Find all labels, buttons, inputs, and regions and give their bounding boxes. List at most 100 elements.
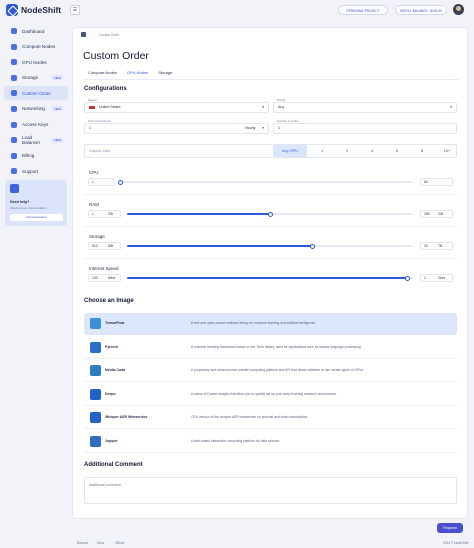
sidebar-item-gpu-nodes[interactable]: GPU Nodes [4, 55, 68, 69]
storage-slider-handle[interactable] [310, 243, 316, 249]
speed-max-unit[interactable]: Gb/s [438, 275, 445, 281]
storage-max-unit[interactable]: TB [438, 243, 442, 249]
ram-max-input[interactable]: 256 GB [420, 210, 453, 218]
comment-textarea[interactable] [84, 477, 457, 504]
ram-slider[interactable] [127, 211, 413, 217]
sidebar-item-label: GPU Nodes [22, 59, 47, 65]
priority-select[interactable]: Any ▾ [273, 102, 457, 113]
chevron-right-icon: › [92, 32, 94, 37]
request-button[interactable]: Request [437, 523, 463, 533]
sidebar-item-storage[interactable]: Storage NEW [4, 71, 68, 85]
sidebar-item-label: Access Keys [22, 122, 49, 128]
ram-max-unit[interactable]: GB [438, 211, 443, 217]
commitment-value: 1 [89, 126, 91, 130]
commitment-input[interactable]: 1 Hourly ▾ [84, 123, 269, 134]
support-icon [11, 168, 17, 175]
gpu-option[interactable]: 6 [386, 145, 408, 157]
help-icon [10, 184, 19, 193]
sidebar-item-load-balancer[interactable]: Load Balancer NEW [4, 133, 68, 147]
speed-slider-handle[interactable] [404, 275, 410, 281]
gpu-option[interactable]: 2 [336, 145, 358, 157]
gpu-option[interactable]: 10+ [436, 145, 458, 157]
tensorflow-icon [90, 318, 101, 329]
storage-max-input[interactable]: 20 TB [420, 242, 453, 250]
gpu-placeholder[interactable]: Graphic Card [89, 145, 110, 157]
nodes-input[interactable]: 1 [273, 123, 457, 134]
image-option-deepo[interactable]: Deepo A series of Docker images that allo… [84, 384, 457, 406]
image-name: Whisper ASR Webservice [105, 415, 148, 419]
storage-slider-fill [127, 245, 313, 247]
sidebar-item-support[interactable]: Support [4, 164, 68, 178]
storage-max-value: 20 [424, 244, 428, 248]
project-selector[interactable]: PERSONAL PROJECT [338, 5, 388, 15]
sidebar-item-compute-nodes[interactable]: Compute Nodes [4, 40, 68, 54]
storage-icon [11, 74, 17, 81]
cpu-max-value: 60 [424, 180, 428, 184]
logo-icon [6, 4, 18, 16]
logo[interactable]: NodeShift [6, 4, 61, 16]
image-option-pytorch[interactable]: Pytorch A machine learning framework base… [84, 337, 457, 359]
resource-divider [84, 226, 457, 227]
storage-min-unit[interactable]: MB [108, 243, 113, 249]
speed-max-input[interactable]: 1 Gb/s [420, 274, 453, 282]
storage-slider[interactable] [127, 243, 413, 249]
documentation-button[interactable]: Documentation [10, 214, 63, 221]
sidebar-item-custom-order[interactable]: Custom Order [4, 86, 68, 101]
configurations-heading: Configurations [84, 86, 127, 92]
image-option-jupyter[interactable]: Jupyter A web-based interactive computing… [84, 431, 457, 453]
region-select[interactable]: United States ▾ [84, 102, 269, 113]
ram-min-input[interactable]: 1 GB [88, 210, 121, 218]
help-subtitle: Check out our documentation [10, 206, 47, 210]
copyright: 2024 © NodeShift [443, 541, 469, 545]
sidebar-item-label: Compute Nodes [22, 44, 56, 50]
speed-min-input[interactable]: 100 Mb/s [88, 274, 121, 282]
cpu-max-input[interactable]: 60 [420, 178, 453, 186]
ram-slider-handle[interactable] [267, 211, 273, 217]
help-title: Need help? [10, 200, 30, 204]
cpu-slider-handle[interactable] [117, 179, 123, 185]
server-icon [11, 43, 17, 50]
sidebar-item-label: Billing [22, 153, 35, 159]
image-option-tensorflow[interactable]: TensorFlow A free and open-source softwar… [84, 313, 457, 335]
chevron-down-icon: ▾ [262, 126, 264, 130]
cpu-label: CPU [89, 170, 99, 175]
sidebar-item-billing[interactable]: Billing [4, 149, 68, 163]
tab-divider [83, 79, 459, 80]
menu-toggle-button[interactable]: ☰ [70, 5, 80, 15]
home-icon[interactable] [81, 32, 86, 37]
new-badge: NEW [52, 137, 63, 143]
image-description: A machine learning framework based on th… [191, 344, 362, 349]
sidebar-item-access-keys[interactable]: Access Keys [4, 118, 68, 132]
sidebar-item-networking[interactable]: Networking NEW [4, 102, 68, 116]
storage-min-input[interactable]: 512 MB [88, 242, 121, 250]
footer-link-github[interactable]: Github [115, 541, 124, 545]
image-name: TensorFlow [105, 321, 125, 325]
image-option-nvidia-cuda[interactable]: Nvidia Cuda A proprietary and closed sour… [84, 360, 457, 382]
jupyter-icon [90, 435, 101, 447]
speed-slider[interactable] [127, 275, 413, 281]
speed-min-unit[interactable]: Mb/s [108, 275, 115, 281]
gpu-option[interactable]: Any GPU [273, 145, 307, 157]
image-option-whisper-asr-webservice[interactable]: Whisper ASR Webservice GPU version of the… [84, 407, 457, 429]
speed-slider-fill [127, 277, 408, 279]
footer-link-docs[interactable]: Docs [97, 541, 104, 545]
gpu-option[interactable]: 4 [361, 145, 383, 157]
ram-min-unit[interactable]: GB [108, 211, 113, 217]
commitment-unit[interactable]: Hourly [245, 124, 255, 133]
ram-max-value: 256 [424, 212, 430, 216]
cpu-min-input[interactable]: 1 [88, 178, 114, 186]
sidebar-item-dashboard[interactable]: Dashboard [4, 24, 68, 38]
cpu-slider[interactable] [117, 179, 413, 185]
gpu-option[interactable]: 8 [411, 145, 433, 157]
avatar[interactable] [453, 4, 464, 15]
balance-button[interactable]: INSTILL BALANCE : $100.00 [395, 5, 447, 15]
ram-min-value: 1 [92, 212, 94, 216]
speed-min-value: 100 [92, 276, 98, 280]
footer-link-discord[interactable]: Discord [77, 541, 88, 545]
images-heading: Choose an Image [84, 298, 134, 304]
image-description: A web-based interactive computing platfo… [191, 438, 281, 443]
page-title: Custom Order [83, 50, 149, 62]
gpu-option[interactable]: 1 [311, 145, 333, 157]
speed-max-value: 1 [424, 276, 426, 280]
sidebar-item-label: Custom Order [22, 90, 51, 96]
